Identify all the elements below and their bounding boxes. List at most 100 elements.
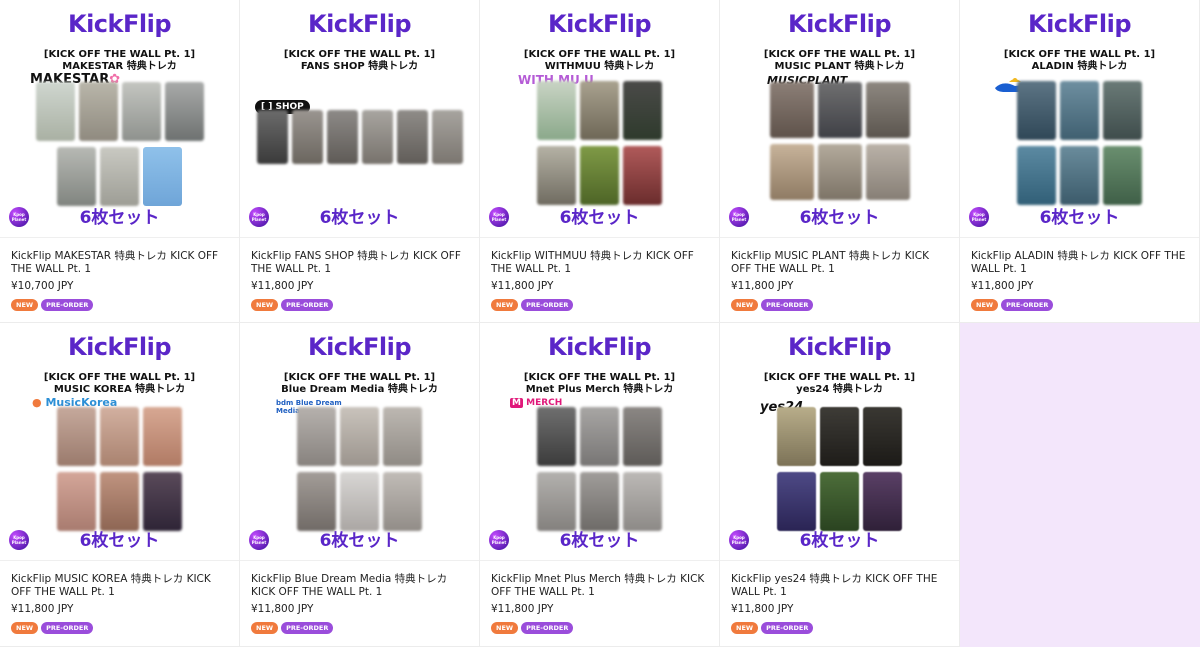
product-card[interactable]: KickFlip [KICK OFF THE WALL Pt. 1] MUSIC… xyxy=(0,323,240,647)
product-title[interactable]: KickFlip FANS SHOP 特典トレカ KICK OFF THE WA… xyxy=(251,250,468,276)
photocard xyxy=(537,81,576,140)
brand-logo: KickFlip xyxy=(547,333,652,361)
product-price: ¥11,800 JPY xyxy=(11,603,74,615)
product-title[interactable]: KickFlip WITHMUU 特典トレカ KICK OFF THE WALL… xyxy=(491,250,708,276)
tag-list: NEW PRE-ORDER xyxy=(491,299,708,311)
product-info: KickFlip FANS SHOP 特典トレカ KICK OFF THE WA… xyxy=(240,238,479,311)
new-badge: NEW xyxy=(971,299,999,311)
product-card[interactable]: KickFlip [KICK OFF THE WALL Pt. 1] Mnet … xyxy=(480,323,720,647)
brand-logo: KickFlip xyxy=(1027,10,1132,38)
brand-logo: KickFlip xyxy=(787,10,892,38)
product-thumbnail[interactable]: KickFlip [KICK OFF THE WALL Pt. 1] WITHM… xyxy=(480,0,719,238)
brand-logo: KickFlip xyxy=(67,10,172,38)
product-info: KickFlip Mnet Plus Merch 特典トレカ KICK OFF … xyxy=(480,561,719,634)
product-title[interactable]: KickFlip Mnet Plus Merch 特典トレカ KICK OFF … xyxy=(491,573,708,599)
photocard xyxy=(537,146,576,205)
product-title[interactable]: KickFlip Blue Dream Media 特典トレカ KICK OFF… xyxy=(251,573,468,599)
set-label: 6枚セット xyxy=(1039,208,1120,228)
photocard xyxy=(537,472,576,531)
set-label: 6枚セット xyxy=(79,208,160,228)
product-title[interactable]: KickFlip MUSIC KOREA 特典トレカ KICK OFF THE … xyxy=(11,573,228,599)
photocard xyxy=(820,472,859,531)
edition-title: [KICK OFF THE WALL Pt. 1] xyxy=(523,372,676,383)
photocard xyxy=(817,144,862,200)
product-thumbnail[interactable]: KickFlip [KICK OFF THE WALL Pt. 1] Blue … xyxy=(240,323,479,561)
photocard xyxy=(817,82,862,138)
photocard xyxy=(865,82,910,138)
product-info: KickFlip Blue Dream Media 特典トレカ KICK OFF… xyxy=(240,561,479,634)
product-price: ¥10,700 JPY xyxy=(11,280,74,292)
photocard xyxy=(297,472,336,531)
product-price: ¥11,800 JPY xyxy=(251,603,314,615)
photocard-set xyxy=(720,407,959,531)
new-badge: NEW xyxy=(251,299,279,311)
product-card[interactable]: KickFlip [KICK OFF THE WALL Pt. 1] MUSIC… xyxy=(720,0,960,323)
photocard xyxy=(383,472,422,531)
photocard xyxy=(580,407,619,466)
photocard xyxy=(623,472,662,531)
edition-title: [KICK OFF THE WALL Pt. 1] xyxy=(43,372,196,383)
set-label: 6枚セット xyxy=(799,208,880,228)
brand-logo: KickFlip xyxy=(307,333,412,361)
product-card[interactable]: KickFlip [KICK OFF THE WALL Pt. 1] Blue … xyxy=(240,323,480,647)
product-card[interactable]: KickFlip [KICK OFF THE WALL Pt. 1] FANS … xyxy=(240,0,480,323)
product-thumbnail[interactable]: KickFlip [KICK OFF THE WALL Pt. 1] ALADI… xyxy=(960,0,1199,238)
photocard xyxy=(1103,81,1142,140)
product-price: ¥11,800 JPY xyxy=(491,280,554,292)
product-info: KickFlip MAKESTAR 特典トレカ KICK OFF THE WAL… xyxy=(0,238,239,311)
product-title[interactable]: KickFlip yes24 特典トレカ KICK OFF THE WALL P… xyxy=(731,573,948,599)
product-title[interactable]: KickFlip ALADIN 特典トレカ KICK OFF THE WALL … xyxy=(971,250,1188,276)
product-info: KickFlip yes24 特典トレカ KICK OFF THE WALL P… xyxy=(720,561,959,634)
shop-line: FANS SHOP 特典トレカ xyxy=(300,61,419,72)
product-title[interactable]: KickFlip MUSIC PLANT 特典トレカ KICK OFF THE … xyxy=(731,250,948,276)
photocard-set xyxy=(480,407,719,531)
photocard xyxy=(1017,81,1056,140)
product-info: KickFlip WITHMUU 特典トレカ KICK OFF THE WALL… xyxy=(480,238,719,311)
photocard-set xyxy=(0,82,239,206)
new-badge: NEW xyxy=(731,622,759,634)
preorder-badge: PRE-ORDER xyxy=(761,299,814,311)
photocard xyxy=(256,110,288,164)
photocard xyxy=(164,82,204,141)
product-card[interactable]: KickFlip [KICK OFF THE WALL Pt. 1] ALADI… xyxy=(960,0,1200,323)
edition-title: [KICK OFF THE WALL Pt. 1] xyxy=(523,49,676,60)
photocard xyxy=(623,81,662,140)
edition-caption: [KICK OFF THE WALL Pt. 1] MAKESTAR 特典トレカ xyxy=(0,49,239,73)
shop-line: WITHMUU 特典トレカ xyxy=(544,61,655,72)
new-badge: NEW xyxy=(491,622,519,634)
preorder-badge: PRE-ORDER xyxy=(41,622,94,634)
brand-logo: KickFlip xyxy=(547,10,652,38)
preorder-badge: PRE-ORDER xyxy=(761,622,814,634)
edition-title: [KICK OFF THE WALL Pt. 1] xyxy=(283,49,436,60)
product-thumbnail[interactable]: KickFlip [KICK OFF THE WALL Pt. 1] yes24… xyxy=(720,323,959,561)
new-badge: NEW xyxy=(731,299,759,311)
photocard-set xyxy=(720,82,959,200)
photocard xyxy=(143,472,182,531)
product-thumbnail[interactable]: KickFlip [KICK OFF THE WALL Pt. 1] Mnet … xyxy=(480,323,719,561)
photocard xyxy=(143,147,182,206)
new-badge: NEW xyxy=(11,299,39,311)
tag-list: NEW PRE-ORDER xyxy=(251,622,468,634)
set-label: 6枚セット xyxy=(559,531,640,551)
product-card[interactable]: KickFlip [KICK OFF THE WALL Pt. 1] WITHM… xyxy=(480,0,720,323)
product-info: KickFlip MUSIC PLANT 特典トレカ KICK OFF THE … xyxy=(720,238,959,311)
product-title[interactable]: KickFlip MAKESTAR 特典トレカ KICK OFF THE WAL… xyxy=(11,250,228,276)
new-badge: NEW xyxy=(11,622,39,634)
photocard xyxy=(820,407,859,466)
product-thumbnail[interactable]: KickFlip [KICK OFF THE WALL Pt. 1] FANS … xyxy=(240,0,479,238)
product-grid: KickFlip [KICK OFF THE WALL Pt. 1] MAKES… xyxy=(0,0,1200,647)
edition-caption: [KICK OFF THE WALL Pt. 1] ALADIN 特典トレカ xyxy=(960,49,1199,73)
photocard xyxy=(865,144,910,200)
photocard-set xyxy=(240,407,479,531)
product-thumbnail[interactable]: KickFlip [KICK OFF THE WALL Pt. 1] MUSIC… xyxy=(0,323,239,561)
new-badge: NEW xyxy=(491,299,519,311)
product-card[interactable]: KickFlip [KICK OFF THE WALL Pt. 1] MAKES… xyxy=(0,0,240,323)
product-thumbnail[interactable]: KickFlip [KICK OFF THE WALL Pt. 1] MAKES… xyxy=(0,0,239,238)
product-thumbnail[interactable]: KickFlip [KICK OFF THE WALL Pt. 1] MUSIC… xyxy=(720,0,959,238)
product-card[interactable]: KickFlip [KICK OFF THE WALL Pt. 1] yes24… xyxy=(720,323,960,647)
edition-title: [KICK OFF THE WALL Pt. 1] xyxy=(763,372,916,383)
set-label: 6枚セット xyxy=(319,531,400,551)
photocard xyxy=(1017,146,1056,205)
edition-caption: [KICK OFF THE WALL Pt. 1] FANS SHOP 特典トレ… xyxy=(240,49,479,73)
brand-logo: KickFlip xyxy=(307,10,412,38)
